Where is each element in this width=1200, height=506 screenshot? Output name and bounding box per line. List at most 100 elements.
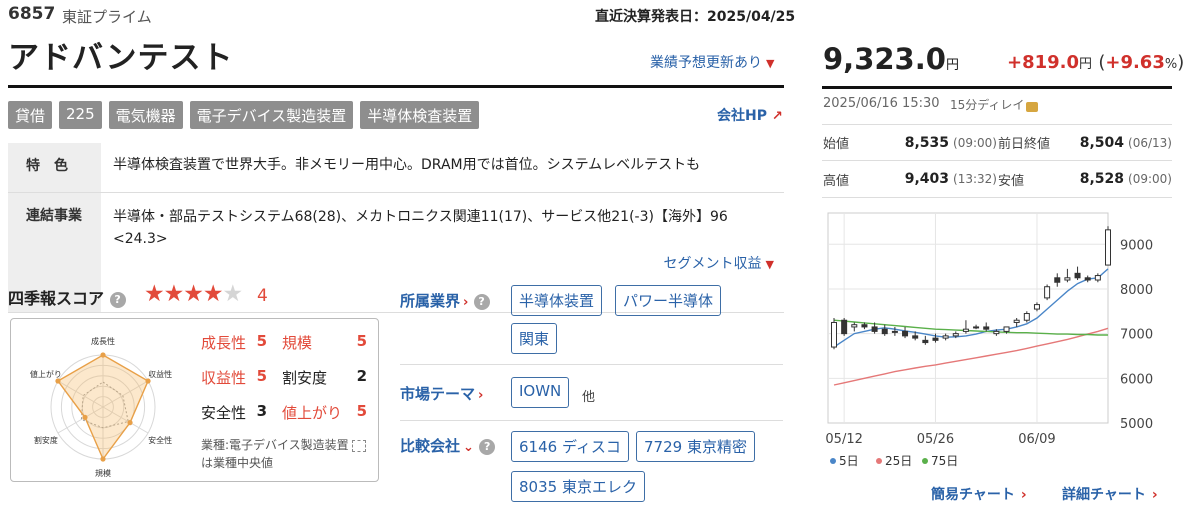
ohlc-label: 始値 [823,137,850,152]
score-item-value: 5 [256,367,267,385]
chart-legend-label: 5日 [839,454,859,468]
score-note: 業種:電子デバイス製造装置は業種中央値 [201,436,377,472]
peers-title-link[interactable]: 比較会社 ⌄ ? [400,435,496,456]
feature-text: 半導体検査装置で世界大手。非メモリー用中心。DRAM用では首位。システムレベルテ… [113,157,701,173]
ohlc-time: (06/13) [1128,135,1172,150]
score-item-label: 安全性 [201,404,247,422]
simple-chart-link[interactable]: 簡易チャート › [931,484,1027,504]
score-item-label: 割安度 [282,369,328,387]
ohlc-label: 前日終値 [998,137,1051,152]
chart-candle-body [1003,326,1010,332]
chevron-right-icon: › [463,295,469,310]
price-value: 9,323.0 [823,42,946,76]
radar-point [55,378,61,384]
chart-y-tick-label: 8000 [1120,283,1153,298]
help-icon[interactable]: ? [109,291,126,308]
score-item-safety: 安全性 3 [201,402,279,437]
chart-candle-body [932,337,939,341]
score-grid: 成長性 5 規模 5 収益性 5 割安度 2 安全性 3 値上がり 5 [201,332,367,437]
current-price: 9,323.0円 [823,42,959,76]
segment-revenue-link[interactable]: セグメント収益 ▼ [664,253,774,275]
chart-candle-body [942,335,949,339]
company-hp-link[interactable]: 会社HP ↗ [717,105,783,125]
chart-candle-body [891,330,898,333]
chart-candle-body [1105,229,1111,266]
industry-title: 所属業界 [400,292,461,310]
tag-taishaku[interactable]: 貸借 [8,101,53,129]
tag-225[interactable]: 225 [59,101,102,129]
simple-chart-label: 簡易チャート [931,487,1015,503]
score-note-industry: 業種:電子デバイス製造装置 [201,438,349,452]
chevron-down-icon: ▼ [766,57,775,70]
peer-chip[interactable]: 8035 東京エレク [511,471,645,502]
ohlc-time: (13:32) [953,172,997,186]
delay-label: 15分ディレイ [950,98,1025,112]
industry-chip[interactable]: 関東 [511,323,558,354]
chart-candle-body [831,321,837,348]
radar-axis-label: 収益性 [148,369,172,379]
chevron-down-icon: ⌄ [463,440,474,455]
stock-code: 6857 [8,4,56,24]
change-pct: +9.63 [1105,52,1165,73]
radar-point [127,420,133,426]
chart-candle-body [1064,277,1071,281]
score-note-median: は業種中央値 [201,456,274,470]
divider [400,420,783,421]
ohlc-time: (09:00) [1128,172,1172,186]
chart-legend-swatch [922,458,928,464]
radar-axis-label: 値上がり [30,369,62,379]
score-item-price-rise: 値上がり 5 [279,402,367,437]
chart-candle-body [871,326,878,332]
score-item-value: 3 [256,402,267,420]
chart-candle-body [851,324,858,328]
chart-candle-body [1084,277,1091,281]
chart-legend-label: 75日 [931,454,958,468]
chevron-right-icon: › [1020,487,1027,503]
score-item-value: 5 [256,332,267,350]
score-item-scale: 規模 5 [279,332,367,367]
peer-chip[interactable]: 7729 東京精密 [636,431,755,462]
chart-candle-body [1054,277,1061,283]
theme-chip[interactable]: IOWN [511,377,570,408]
detail-chart-link[interactable]: 詳細チャート › [1062,484,1158,504]
radar-axis-label: 安全性 [148,435,172,445]
theme-other: 他 [582,390,596,405]
score-item-growth: 成長性 5 [201,332,279,367]
market-name: 東証プライム [62,8,152,26]
help-icon[interactable]: ? [473,293,490,310]
chart-candle-body [1074,272,1081,279]
chart-candle-body [973,326,980,329]
help-icon[interactable]: ? [479,438,496,455]
industry-chip[interactable]: パワー半導体 [615,285,722,316]
peer-chip[interactable]: 6146 ディスコ [511,431,629,462]
chart-candle-body [1044,286,1051,299]
chart-y-tick-label: 9000 [1120,238,1153,253]
chart-candle-body [1033,304,1040,310]
quote-divider [822,86,1172,89]
chevron-right-icon: › [478,388,484,403]
price-chart[interactable]: 9000 8000 7000 6000 5000 05/12 05/26 06/09 5日 25日… [822,208,1187,478]
tag-subindustry[interactable]: 半導体検査装置 [360,101,480,129]
chart-candle-body [1023,313,1030,321]
median-legend-swatch [351,439,366,452]
forecast-update-label: 業績予想更新あり [650,55,762,71]
tag-sector[interactable]: 電気機器 [108,101,183,129]
change-value: +819.0 [1007,52,1080,73]
ohlc-table: 始値 8,535 (09:00) 前日終値 8,504 (06/13) 高値 9,403(… [822,124,1172,198]
theme-title: 市場テーマ [400,385,476,403]
radar-point [145,378,151,384]
industry-title-link[interactable]: 所属業界 › ? [400,290,490,311]
forecast-update-link[interactable]: 業績予想更新あり ▼ [650,52,774,72]
industry-chip[interactable]: 半導体装置 [511,285,603,316]
theme-title-link[interactable]: 市場テーマ › [400,383,483,404]
tag-industry[interactable]: 電子デバイス製造装置 [189,101,354,129]
ohlc-label: 安値 [998,173,1025,189]
header-divider [8,85,784,88]
price-unit: 円 [945,58,959,73]
chart-y-tick-label: 7000 [1120,328,1153,343]
price-datetime: 2025/06/16 15:30 [823,96,940,111]
score-item-label: 収益性 [201,369,247,387]
lock-icon [1026,101,1039,112]
score-value: 4 [257,286,268,306]
ohlc-value: 8,528 [1079,171,1125,187]
